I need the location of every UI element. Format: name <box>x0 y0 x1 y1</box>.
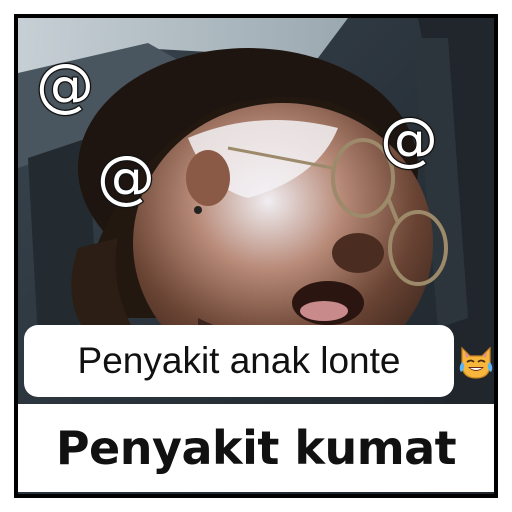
top-caption-box: Penyakit anak lonte <box>24 325 454 397</box>
meme-sticker: @ @ @ Penyakit anak lonte Penyakit kumat <box>0 0 512 512</box>
at-sign-overlay-3: @ <box>379 105 440 173</box>
top-caption-text: Penyakit anak lonte <box>77 340 401 381</box>
at-sign-overlay-2: @ <box>96 143 157 211</box>
bottom-caption-box: Penyakit kumat <box>18 404 494 492</box>
at-sign-overlay-1: @ <box>35 51 96 119</box>
bottom-caption-text: Penyakit kumat <box>55 421 457 475</box>
cat-tears-of-joy-icon <box>456 342 496 382</box>
